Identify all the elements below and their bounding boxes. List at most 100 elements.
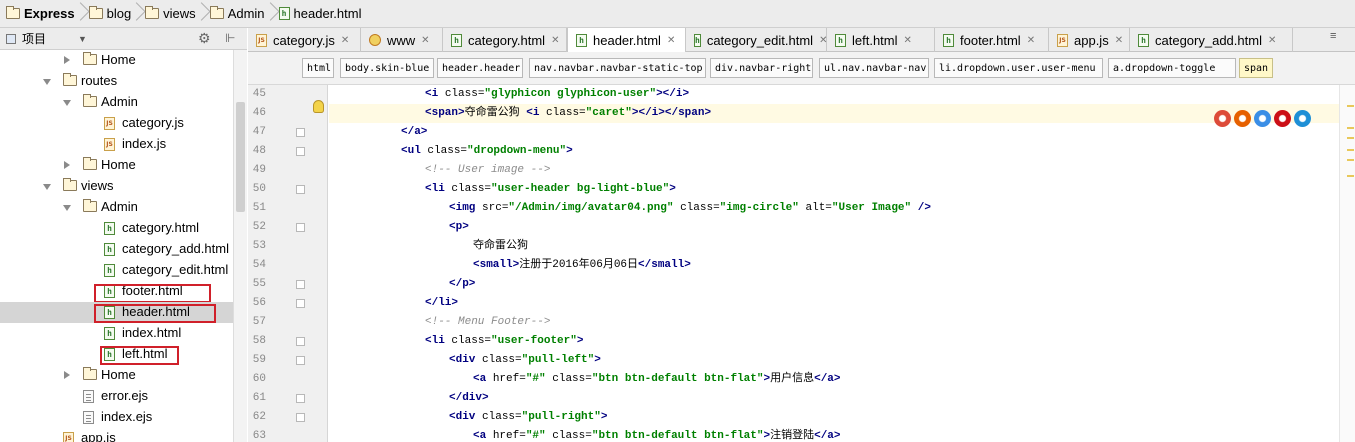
tab-app-js[interactable]: JS app.js ✕ [1049, 28, 1130, 52]
safari-icon[interactable] [1254, 110, 1271, 127]
tree-scrollbar[interactable] [233, 50, 247, 442]
chevron-down-icon[interactable] [63, 205, 71, 211]
hide-panel-icon[interactable]: ⊩ [225, 31, 235, 45]
tree-file[interactable]: error.ejs [0, 386, 233, 407]
scrollbar-thumb[interactable] [236, 102, 245, 212]
chevron-right-icon[interactable] [64, 56, 70, 64]
close-icon[interactable]: ✕ [551, 35, 559, 46]
chrome-icon[interactable] [1214, 110, 1231, 127]
chevron-down-icon[interactable] [43, 184, 51, 190]
fold-marker-icon[interactable] [296, 413, 305, 422]
warning-mark[interactable] [1347, 137, 1354, 139]
tag-crumb[interactable]: nav.navbar.navbar-static-top [529, 58, 706, 78]
tag-crumb[interactable]: a.dropdown-toggle [1108, 58, 1236, 78]
warning-mark[interactable] [1347, 127, 1354, 129]
opera-icon[interactable] [1274, 110, 1291, 127]
tab-footer-html[interactable]: h footer.html ✕ [935, 28, 1049, 52]
fold-marker-icon[interactable] [296, 299, 305, 308]
folder-icon [83, 367, 97, 380]
tree-file[interactable]: JS index.js [0, 134, 233, 155]
tab-category-add-html[interactable]: h category_add.html ✕ [1130, 28, 1293, 52]
fold-marker-icon[interactable] [296, 394, 305, 403]
tab-www[interactable]: www ✕ [361, 28, 443, 52]
tab-list-menu-icon[interactable]: ≡ [1330, 30, 1336, 42]
tab-label: category.html [468, 32, 546, 48]
fold-marker-icon[interactable] [296, 147, 305, 156]
warning-mark[interactable] [1347, 149, 1354, 151]
close-icon[interactable]: ✕ [667, 35, 675, 46]
chevron-down-icon[interactable] [43, 79, 51, 85]
tree-file[interactable]: h index.html [0, 323, 233, 344]
tree-folder[interactable]: Home [0, 155, 233, 176]
tree-file[interactable]: JS category.js [0, 113, 233, 134]
tree-folder[interactable]: Home [0, 365, 233, 386]
folder-icon [88, 6, 103, 19]
code-line: <ul class="dropdown-menu"> [401, 145, 573, 157]
tag-crumb[interactable]: body.skin-blue [340, 58, 434, 78]
folder-icon [63, 73, 77, 86]
tree-item-label: Home [101, 367, 136, 382]
tree-item-label: index.html [122, 325, 182, 340]
tag-crumb[interactable]: span [1239, 58, 1273, 78]
gear-icon[interactable]: ⚙ [198, 30, 211, 47]
close-icon[interactable]: ✕ [1268, 35, 1276, 46]
chevron-down-icon[interactable]: ▼ [78, 34, 87, 44]
tree-folder[interactable]: Admin [0, 92, 233, 113]
lightbulb-icon[interactable] [313, 100, 324, 113]
html-file-icon: h [451, 33, 462, 47]
tree-file[interactable]: index.ejs [0, 407, 233, 428]
chevron-right-icon[interactable] [64, 161, 70, 169]
tree-folder[interactable]: Home [0, 50, 233, 71]
chevron-down-icon[interactable] [63, 100, 71, 106]
tab-category-html[interactable]: h category.html ✕ [443, 28, 567, 52]
fold-marker-icon[interactable] [296, 356, 305, 365]
fold-marker-icon[interactable] [296, 280, 305, 289]
breadcrumb-views[interactable]: views [145, 0, 210, 28]
warning-mark[interactable] [1347, 175, 1354, 177]
breadcrumb-project[interactable]: Express [6, 0, 89, 28]
navigation-bar: Express blog views Admin h header.html [0, 0, 1355, 28]
tag-crumb[interactable]: div.navbar-right [710, 58, 813, 78]
tree-file[interactable]: h category_edit.html [0, 260, 233, 281]
tree-file[interactable]: h category_add.html [0, 239, 233, 260]
fold-marker-icon[interactable] [296, 223, 305, 232]
breadcrumb-admin[interactable]: Admin [209, 0, 279, 28]
tree-file[interactable]: h category.html [0, 218, 233, 239]
ie-icon[interactable] [1294, 110, 1311, 127]
tab-category-js[interactable]: JS category.js ✕ [248, 28, 361, 52]
project-panel-title[interactable]: 项目 [22, 30, 46, 47]
highlight-box [94, 284, 211, 303]
line-number: 57 [252, 316, 266, 328]
chevron-right-icon[interactable] [64, 371, 70, 379]
tree-file[interactable]: JS app.js [0, 428, 233, 442]
close-icon[interactable]: ✕ [421, 35, 429, 46]
tab-left-html[interactable]: h left.html ✕ [827, 28, 935, 52]
close-icon[interactable]: ✕ [1027, 35, 1035, 46]
firefox-icon[interactable] [1234, 110, 1251, 127]
breadcrumb-file[interactable]: h header.html [278, 0, 376, 28]
tree-folder[interactable]: views [0, 176, 233, 197]
tag-crumb[interactable]: ul.nav.navbar-nav [819, 58, 929, 78]
close-icon[interactable]: ✕ [904, 35, 912, 46]
tag-crumb[interactable]: header.header [437, 58, 523, 78]
tab-label: category_edit.html [706, 32, 814, 48]
code-editor[interactable]: <i class="glyphicon glyphicon-user"></i>… [329, 85, 1339, 442]
tree-folder[interactable]: routes [0, 71, 233, 92]
close-icon[interactable]: ✕ [341, 35, 349, 46]
tab-category-edit-html[interactable]: h category_edit.html ✕ [686, 28, 827, 52]
fold-marker-icon[interactable] [296, 185, 305, 194]
tab-header-html[interactable]: h header.html ✕ [567, 28, 686, 53]
warning-mark[interactable] [1347, 159, 1354, 161]
close-icon[interactable]: ✕ [1115, 35, 1123, 46]
warning-mark[interactable] [1347, 105, 1354, 107]
tag-crumb[interactable]: li.dropdown.user.user-menu [934, 58, 1103, 78]
fold-marker-icon[interactable] [296, 128, 305, 137]
code-line: <li class="user-footer"> [425, 335, 584, 347]
error-stripe[interactable] [1339, 85, 1355, 442]
tag-crumb[interactable]: html [302, 58, 334, 78]
project-tree: Home routes Admin JS category.js JS index.js Ho… [0, 50, 233, 442]
fold-marker-icon[interactable] [296, 337, 305, 346]
breadcrumb-blog[interactable]: blog [88, 0, 146, 28]
tree-folder[interactable]: Admin [0, 197, 233, 218]
code-line: <li class="user-header bg-light-blue"> [425, 183, 676, 195]
